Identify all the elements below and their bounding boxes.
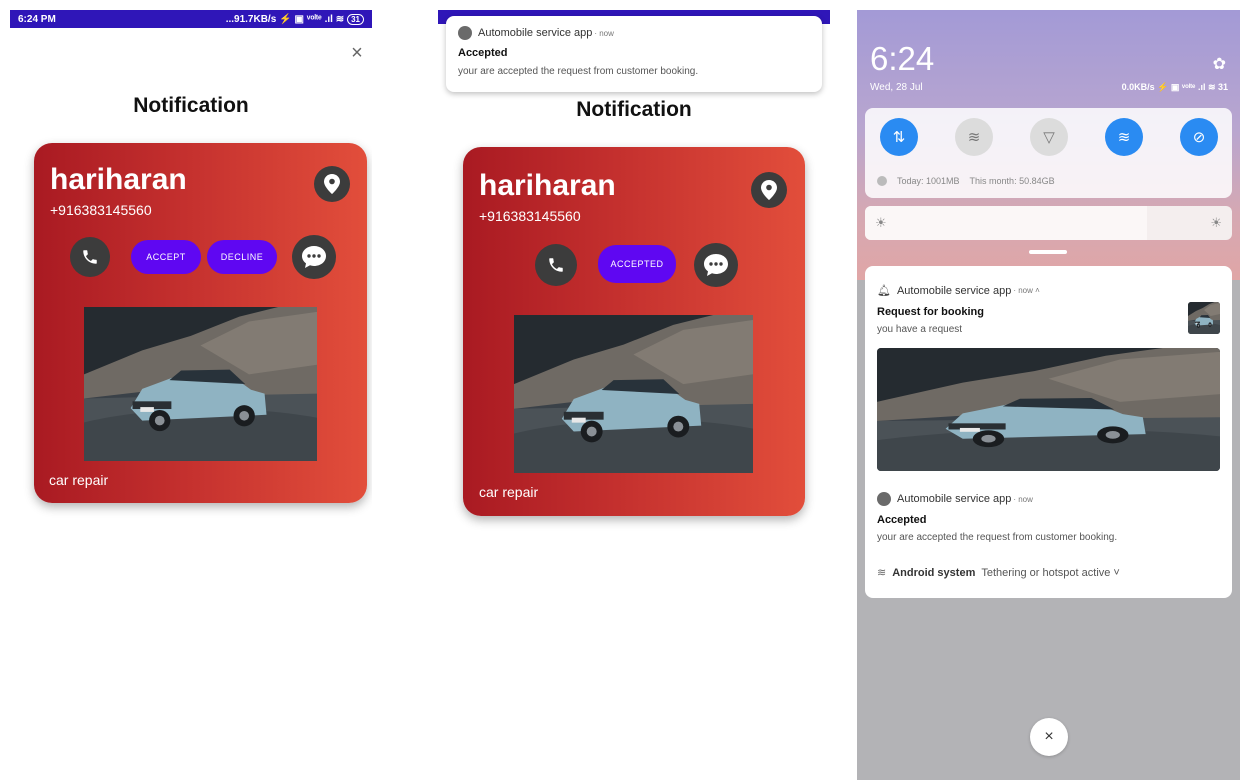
notification-body: you have a request: [877, 324, 963, 335]
service-caption: car repair: [49, 472, 109, 488]
page-title: Notification: [576, 98, 692, 121]
status-net-speed: ...91.7KB/s: [225, 13, 277, 25]
page-title: Notification: [133, 94, 249, 117]
notification-title[interactable]: Accepted: [877, 514, 927, 526]
status-icons: 0.0KB/s ⚡ ▣ ᵛᵒˡᵗᵉ .ıl ≋ 31: [1121, 82, 1228, 92]
gear-icon[interactable]: ✿: [1213, 54, 1226, 74]
service-caption: car repair: [479, 484, 539, 500]
notification-title: Accepted: [458, 47, 508, 59]
status-time: 6:24 PM: [18, 13, 56, 25]
notification-body: your are accepted the request from custo…: [458, 66, 699, 77]
customer-phone: +916383145560: [479, 208, 581, 224]
booking-card: hariharan +916383145560 ACCEPTED car rep…: [463, 147, 805, 516]
usage-month: This month: 50.84GB: [969, 176, 1055, 186]
notification-time: · now: [1013, 494, 1033, 504]
customer-name: hariharan: [479, 169, 616, 202]
screen-incoming-request: 6:24 PM ...91.7KB/s ⚡ ▣ ᵛᵒˡᵗᵉ .ıl ≋ 31 ×…: [10, 10, 372, 770]
location-pin-icon[interactable]: [314, 166, 350, 202]
notification-body: your are accepted the request from custo…: [877, 532, 1118, 543]
data-icon[interactable]: ⇅: [880, 118, 918, 156]
notification-app-name: Automobile service app: [896, 284, 1012, 297]
data-usage-icon: [877, 176, 887, 186]
app-icon: [458, 26, 472, 40]
quick-settings: ⇅ ≋ ▽ ≋ ⊘ Today: 1001MB This month: 50.8…: [865, 108, 1232, 198]
notification-thumbnail: [1188, 302, 1220, 334]
notification-title[interactable]: Request for booking: [877, 306, 984, 318]
sun-icon: ☀: [1210, 215, 1222, 230]
notification-app-name: Automobile service app: [478, 27, 593, 39]
drag-handle[interactable]: [1029, 250, 1067, 254]
usage-today: Today: 1001MB: [897, 176, 960, 186]
booking-card: hariharan +916383145560 ACCEPT DECLINE c…: [34, 143, 367, 503]
hotspot-icon[interactable]: ≋: [1105, 118, 1143, 156]
accept-button[interactable]: ACCEPT: [131, 240, 201, 274]
car-image: [84, 307, 317, 461]
headsup-notification[interactable]: Automobile service app · now Accepted yo…: [446, 16, 822, 92]
sun-icon: ☀: [875, 215, 887, 230]
phone-icon[interactable]: [535, 244, 577, 286]
hotspot-icon: ≋: [877, 567, 887, 579]
car-image: [514, 315, 753, 473]
clock: 6:24: [870, 40, 935, 77]
status-bar: 6:24 PM ...91.7KB/s ⚡ ▣ ᵛᵒˡᵗᵉ .ıl ≋ 31: [10, 10, 372, 28]
decline-button[interactable]: DECLINE: [207, 240, 277, 274]
battery-icon: 31: [347, 13, 364, 25]
notification-shade: 6:24 ✿ Wed, 28 Jul 0.0KB/s ⚡ ▣ ᵛᵒˡᵗᵉ .ıl…: [857, 10, 1240, 780]
chat-icon[interactable]: [292, 235, 336, 279]
customer-name: hariharan: [50, 163, 187, 196]
location-pin-icon[interactable]: [751, 172, 787, 208]
system-notification[interactable]: ≋ Android system Tethering or hotspot ac…: [877, 566, 1120, 580]
system-app-name: Android system: [892, 566, 976, 579]
screen-request-accepted: Automobile service app · now Accepted yo…: [438, 10, 830, 770]
notification-time: · now: [594, 28, 614, 38]
chat-icon[interactable]: [694, 243, 738, 287]
bell-icon: 🔔︎: [877, 285, 891, 297]
notification-list: 🔔︎ Automobile service app · now ˄ Reques…: [865, 266, 1232, 598]
status-signal-icons: ⚡ ▣ ᵛᵒˡᵗᵉ .ıl ≋: [279, 13, 345, 25]
notification-app-name: Automobile service app: [897, 493, 1012, 505]
close-icon[interactable]: ×: [346, 42, 368, 64]
bell-off-icon[interactable]: ⊘: [1180, 118, 1218, 156]
accepted-button[interactable]: ACCEPTED: [598, 245, 676, 283]
flashlight-icon[interactable]: ▽: [1030, 118, 1068, 156]
notification-big-picture[interactable]: [877, 348, 1220, 471]
wifi-icon[interactable]: ≋: [955, 118, 993, 156]
app-icon: [877, 492, 891, 506]
date: Wed, 28 Jul: [870, 82, 923, 93]
close-icon[interactable]: ×: [1030, 718, 1068, 756]
customer-phone: +916383145560: [50, 202, 152, 218]
system-text: Tethering or hotspot active ˅: [981, 566, 1120, 579]
phone-icon[interactable]: [70, 237, 110, 277]
notification-time: · now ˄: [1013, 286, 1040, 295]
brightness-slider[interactable]: ☀ ☀: [865, 206, 1232, 240]
